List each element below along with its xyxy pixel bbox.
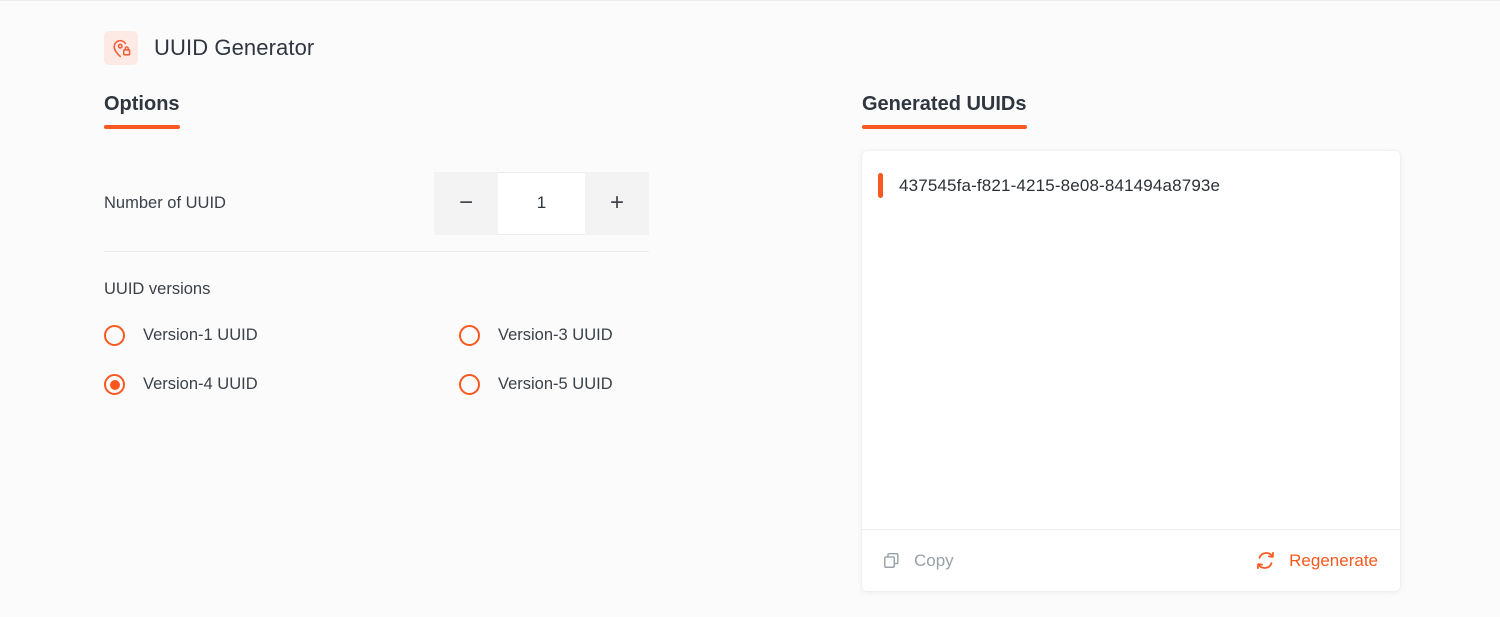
radio-version-3[interactable]: Version-3 UUID — [459, 325, 649, 346]
options-divider — [104, 251, 649, 252]
radio-label: Version-3 UUID — [498, 326, 613, 344]
uuid-list: 437545fa-f821-4215-8e08-841494a8793e — [862, 151, 1400, 529]
card-footer: Copy Regenerate — [862, 529, 1400, 591]
uuid-value: 437545fa-f821-4215-8e08-841494a8793e — [899, 175, 1221, 195]
radio-version-4[interactable]: Version-4 UUID — [104, 374, 459, 395]
radio-version-1[interactable]: Version-1 UUID — [104, 325, 459, 346]
app-header: UUID Generator — [104, 31, 314, 65]
location-pin-lock-icon — [104, 31, 138, 65]
radio-circle-icon — [459, 325, 480, 346]
generated-uuids-card: 437545fa-f821-4215-8e08-841494a8793e Cop… — [862, 151, 1400, 591]
radio-label: Version-1 UUID — [143, 326, 258, 344]
page-title: UUID Generator — [154, 35, 315, 60]
radio-version-5[interactable]: Version-5 UUID — [459, 374, 649, 395]
uuid-versions-radio-group: Version-1 UUID Version-3 UUID Version-4 … — [104, 325, 649, 395]
radio-circle-icon — [459, 374, 480, 395]
quantity-value[interactable]: 1 — [498, 171, 585, 235]
uuid-marker-bar — [878, 173, 883, 198]
uuid-versions-label: UUID versions — [104, 280, 211, 298]
quantity-stepper[interactable]: − 1 + — [434, 171, 649, 235]
copy-label: Copy — [914, 550, 954, 570]
regenerate-label: Regenerate — [1289, 550, 1378, 570]
radio-circle-filled-icon — [104, 374, 125, 395]
refresh-icon — [1255, 550, 1276, 571]
copy-button[interactable]: Copy — [880, 547, 956, 575]
options-heading: Options — [104, 93, 180, 129]
uuid-generator-page: UUID Generator Options Generated UUIDs N… — [0, 1, 1500, 617]
increment-button[interactable]: + — [585, 171, 649, 235]
list-item[interactable]: 437545fa-f821-4215-8e08-841494a8793e — [862, 169, 1400, 202]
number-of-uuid-label: Number of UUID — [104, 193, 226, 212]
radio-circle-icon — [104, 325, 125, 346]
generated-uuids-heading: Generated UUIDs — [862, 93, 1027, 129]
number-of-uuid-row: Number of UUID − 1 + — [104, 171, 649, 235]
radio-label: Version-4 UUID — [143, 375, 258, 393]
options-panel: Number of UUID − 1 + UUID versions Versi… — [104, 171, 649, 395]
regenerate-button[interactable]: Regenerate — [1253, 546, 1380, 575]
radio-label: Version-5 UUID — [498, 375, 613, 393]
copy-icon — [882, 551, 901, 570]
decrement-button[interactable]: − — [434, 171, 498, 235]
